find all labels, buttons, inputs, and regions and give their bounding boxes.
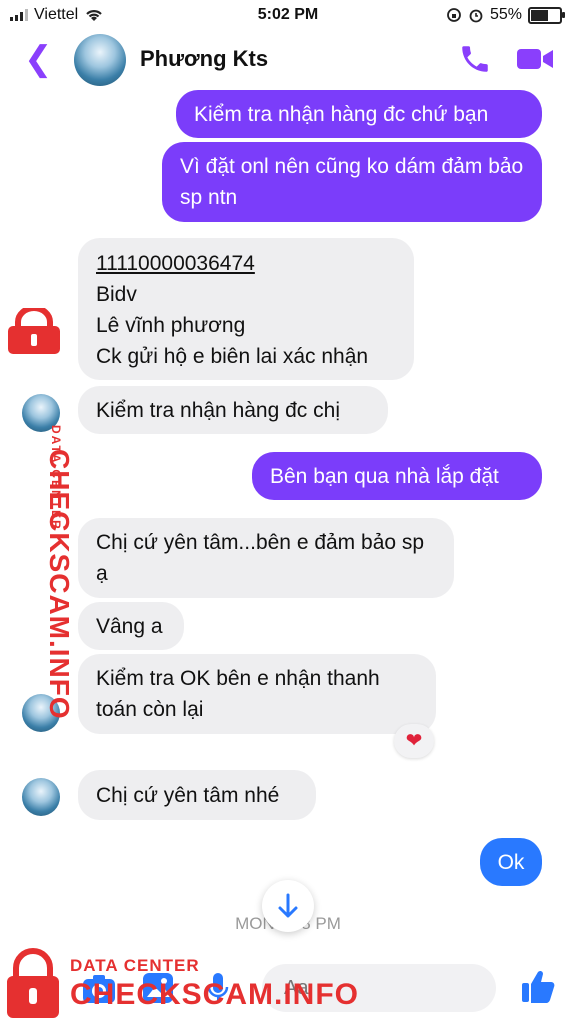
phone-icon[interactable] — [458, 42, 492, 76]
message-bubble-incoming[interactable]: 11110000036474 Bidv Lê vĩnh phương Ck gử… — [78, 238, 414, 380]
message-bubble-incoming[interactable]: Kiểm tra nhận hàng đc chị — [78, 386, 388, 434]
back-chevron-icon[interactable]: ❮ — [24, 40, 53, 78]
rotation-lock-icon — [447, 8, 461, 22]
message-bubble-outgoing[interactable]: Vì đặt onl nên cũng ko dám đảm bảo sp nt… — [162, 142, 542, 222]
message-bubble-outgoing[interactable]: Kiểm tra nhận hàng đc chứ bạn — [176, 90, 542, 138]
watermark-text-large: CHECKSCAM.INFO — [44, 449, 75, 720]
arrow-down-icon — [278, 893, 298, 918]
message-bubble-outgoing[interactable]: Bên bạn qua nhà lắp đặt — [252, 452, 542, 500]
message-line: Lê vĩnh phương — [96, 314, 246, 337]
account-number[interactable]: 11110000036474 — [96, 248, 396, 279]
alarm-icon — [469, 9, 483, 23]
message-text: Vâng a — [96, 615, 163, 638]
message-bubble-incoming[interactable]: Chị cứ yên tâm...bên e đảm bảo sp ạ — [78, 518, 454, 598]
lock-icon — [7, 948, 59, 1018]
thumbs-up-icon[interactable] — [520, 968, 556, 1004]
status-right: 55% — [446, 6, 565, 24]
message-bubble-incoming[interactable]: Kiểm tra OK bên e nhận thanh toán còn lạ… — [78, 654, 436, 734]
message-text: Chị cứ yên tâm nhé — [96, 784, 280, 807]
message-bubble-outgoing[interactable]: Ok — [480, 838, 542, 886]
battery-icon — [528, 6, 565, 24]
message-text: Kiểm tra nhận hàng đc chị — [96, 399, 340, 422]
message-text: Chị cứ yên tâm...bên e đảm bảo sp ạ — [96, 531, 425, 585]
contact-name[interactable]: Phương Kts — [140, 46, 268, 72]
message-bubble-incoming[interactable]: Chị cứ yên tâm nhé — [78, 770, 316, 820]
watermark-text-small: DATA CENTER — [70, 956, 200, 975]
status-bar: Viettel 5:02 PM 55% — [0, 0, 576, 30]
message-text: Kiểm tra OK bên e nhận thanh toán còn lạ… — [96, 667, 380, 721]
message-text: Ok — [497, 851, 525, 874]
battery-percent: 55% — [489, 6, 522, 23]
conversation-header: ❮ Phương Kts — [0, 30, 576, 92]
message-text: Vì đặt onl nên cũng ko dám đảm bảo sp nt… — [180, 155, 524, 209]
message-text: Kiểm tra nhận hàng đc chứ bạn — [194, 103, 489, 126]
message-line: Ck gửi hộ e biên lai xác nhận — [96, 345, 369, 368]
scroll-to-bottom-button[interactable] — [262, 880, 314, 932]
watermark-text-large: CHECKSCAM.INFO — [70, 978, 359, 1011]
contact-avatar-small[interactable] — [22, 778, 60, 816]
lock-icon — [8, 308, 60, 354]
message-text: Bên bạn qua nhà lắp đặt — [270, 465, 499, 488]
heart-reaction-icon[interactable]: ❤ — [394, 724, 434, 758]
message-line: Bidv — [96, 283, 137, 306]
message-bubble-incoming[interactable]: Vâng a — [78, 602, 184, 650]
contact-avatar[interactable] — [74, 34, 126, 86]
video-camera-icon[interactable] — [516, 44, 554, 74]
watermark-side: DATA CENTER CHECKSCAM.INFO — [4, 308, 75, 720]
watermark-bottom: DATA CENTER CHECKSCAM.INFO — [4, 946, 364, 1022]
